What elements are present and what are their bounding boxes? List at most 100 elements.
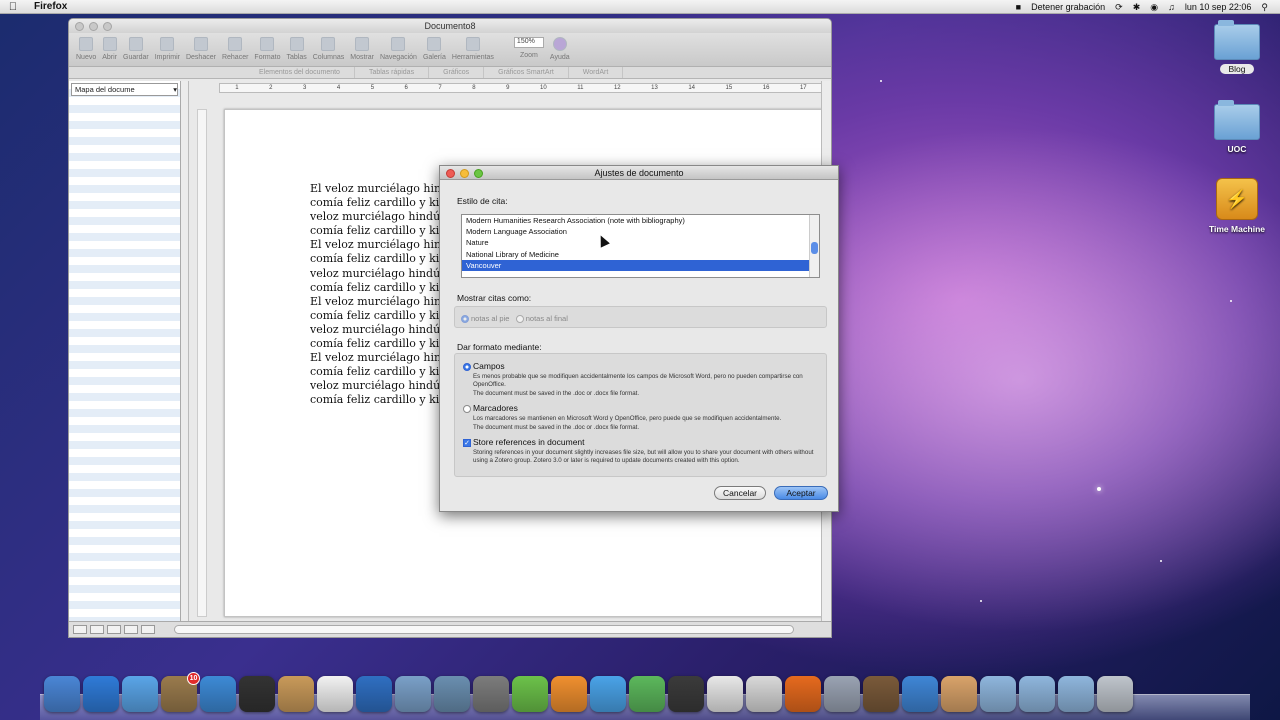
fields-option[interactable]: Campos [463,361,818,371]
office-powerpoint-icon[interactable] [551,676,587,712]
bookmarks-radio[interactable] [463,404,471,413]
ribbon-tab[interactable]: Elementos del documento [245,67,355,78]
document-map-pane[interactable]: Mapa del docume ▾ [69,81,181,621]
firefox-icon[interactable] [785,676,821,712]
publishing-view-icon[interactable] [107,625,121,634]
toolbar-button-nuevo[interactable]: Nuevo [73,37,99,66]
docmap-select[interactable]: Mapa del docume ▾ [71,83,178,96]
safari-icon[interactable] [200,676,236,712]
horizontal-ruler[interactable]: 1 2 3 4 5 6 7 8 9 10 11 12 13 14 15 16 17 [219,83,823,93]
applications-folder-icon[interactable] [980,676,1016,712]
calendar-icon[interactable] [707,676,743,712]
desktop-icon-uoc[interactable]: UOC [1202,100,1272,154]
quicktime-icon[interactable] [902,676,938,712]
draft-view-icon[interactable] [73,625,87,634]
ical-icon[interactable] [317,676,353,712]
zoom-select[interactable]: 150% [513,37,544,48]
toolbar-button-deshacer[interactable]: Deshacer [183,37,219,66]
notebook-view-icon[interactable] [141,625,155,634]
finder-icon[interactable] [44,676,80,712]
home-folder-icon[interactable] [941,676,977,712]
ribbon-tab[interactable]: Gráficos [429,67,485,78]
zoom-control[interactable]: 150% Zoom [511,37,547,66]
style-list-scroll-thumb[interactable] [811,242,818,254]
desktop-icon-time-machine[interactable]: ⚡ Time Machine [1202,178,1272,234]
bluetooth-icon[interactable]: ✱ [1133,2,1141,13]
zoom-icon[interactable] [474,169,483,178]
citation-style-list[interactable]: Modern Humanities Research Association (… [461,214,820,278]
toolbar-button-rehacer[interactable]: Rehacer [219,37,251,66]
documents-folder-icon[interactable] [1019,676,1055,712]
clock[interactable]: lun 10 sep 22:06 [1185,2,1252,12]
style-list-scrollbar[interactable] [809,215,819,277]
endnotes-radio[interactable] [515,315,524,324]
spotlight-icon[interactable]: ⚲ [1261,2,1268,13]
system-prefs-icon[interactable] [473,676,509,712]
toolbar-button-formato[interactable]: Formato [251,37,283,66]
ribbon-tab[interactable]: Gráficos SmartArt [484,67,569,78]
address-book-icon[interactable] [278,676,314,712]
dialog-titlebar[interactable]: Ajustes de documento [440,166,838,180]
minimize-icon[interactable] [89,22,98,31]
endnotes-option[interactable]: notas al final [515,314,568,324]
recording-status[interactable]: Detener grabación [1031,2,1105,12]
mail-stamp-icon[interactable]: 10 [161,672,200,712]
keynote-icon[interactable] [863,676,899,712]
word-titlebar[interactable]: Documento8 [69,19,831,33]
print-layout-view-icon[interactable] [124,625,138,634]
toolbar-button-tablas[interactable]: Tablas [283,37,309,66]
toolbar-button-navegación[interactable]: Navegación [377,37,420,66]
toolbar-button-guardar[interactable]: Guardar [120,37,152,66]
citation-style-item[interactable]: Modern Language Association [462,226,819,237]
accept-button[interactable]: Aceptar [774,486,828,500]
toolbar-button-imprimir[interactable]: Imprimir [152,37,183,66]
toolbar-button-mostrar[interactable]: Mostrar [347,37,377,66]
preview-icon[interactable] [395,676,431,712]
document-text[interactable]: El veloz murciélago hindúcomía feliz car… [310,182,440,408]
fields-radio[interactable] [463,362,471,371]
docmap-scrollbar[interactable] [181,81,189,621]
citation-style-item[interactable]: Nature [462,237,819,248]
toolbar-button-columnas[interactable]: Columnas [310,37,348,66]
ribbon-tab[interactable]: Tablas rápidas [355,67,430,78]
citation-style-item[interactable]: Modern Humanities Research Association (… [462,215,819,226]
citation-style-item[interactable]: Vancouver [462,259,819,271]
script-editor-icon[interactable] [824,676,860,712]
messenger-icon[interactable] [629,676,665,712]
dashboard-icon[interactable] [239,676,275,712]
outline-view-icon[interactable] [90,625,104,634]
help-button[interactable]: Ayuda [547,37,573,66]
office-word-icon[interactable] [590,676,626,712]
ribbon-tab[interactable]: WordArt [569,67,624,78]
trash-icon[interactable] [1097,676,1133,712]
stop-recording-icon[interactable]: ■ [1016,2,1021,12]
iphoto-icon[interactable] [434,676,470,712]
toolbar-button-galería[interactable]: Galería [420,37,449,66]
apple-menu-icon[interactable]:  [0,1,26,13]
office-excel-icon[interactable] [512,676,548,712]
scissors-icon[interactable] [746,676,782,712]
ichat-icon[interactable] [122,676,158,712]
sync-icon[interactable]: ⟳ [1115,2,1123,13]
bookmarks-option[interactable]: Marcadores [463,403,818,413]
store-references-option[interactable]: ✓ Store references in document [463,437,818,447]
footnotes-option[interactable]: notas al pie [461,314,509,324]
zoom-icon[interactable] [103,22,112,31]
toolbar-button-abrir[interactable]: Abrir [99,37,120,66]
close-icon[interactable] [75,22,84,31]
minimize-icon[interactable] [460,169,469,178]
toolbar-button-herramientas[interactable]: Herramientas [449,37,497,66]
close-icon[interactable] [446,169,455,178]
facetime-icon[interactable] [668,676,704,712]
footnotes-radio[interactable] [461,315,469,324]
itunes-icon[interactable] [356,676,392,712]
cancel-button[interactable]: Cancelar [714,486,766,500]
horizontal-scrollbar[interactable] [174,625,794,634]
desktop-icon-blog[interactable]: Blog [1202,20,1272,74]
app-store-icon[interactable] [83,676,119,712]
vertical-ruler[interactable] [197,109,207,617]
wifi-icon[interactable]: ◉ [1150,2,1158,13]
citation-style-item[interactable]: National Library of Medicine [462,249,819,260]
active-app-name[interactable]: Firefox [34,1,67,12]
volume-icon[interactable]: ♫ [1168,2,1175,12]
